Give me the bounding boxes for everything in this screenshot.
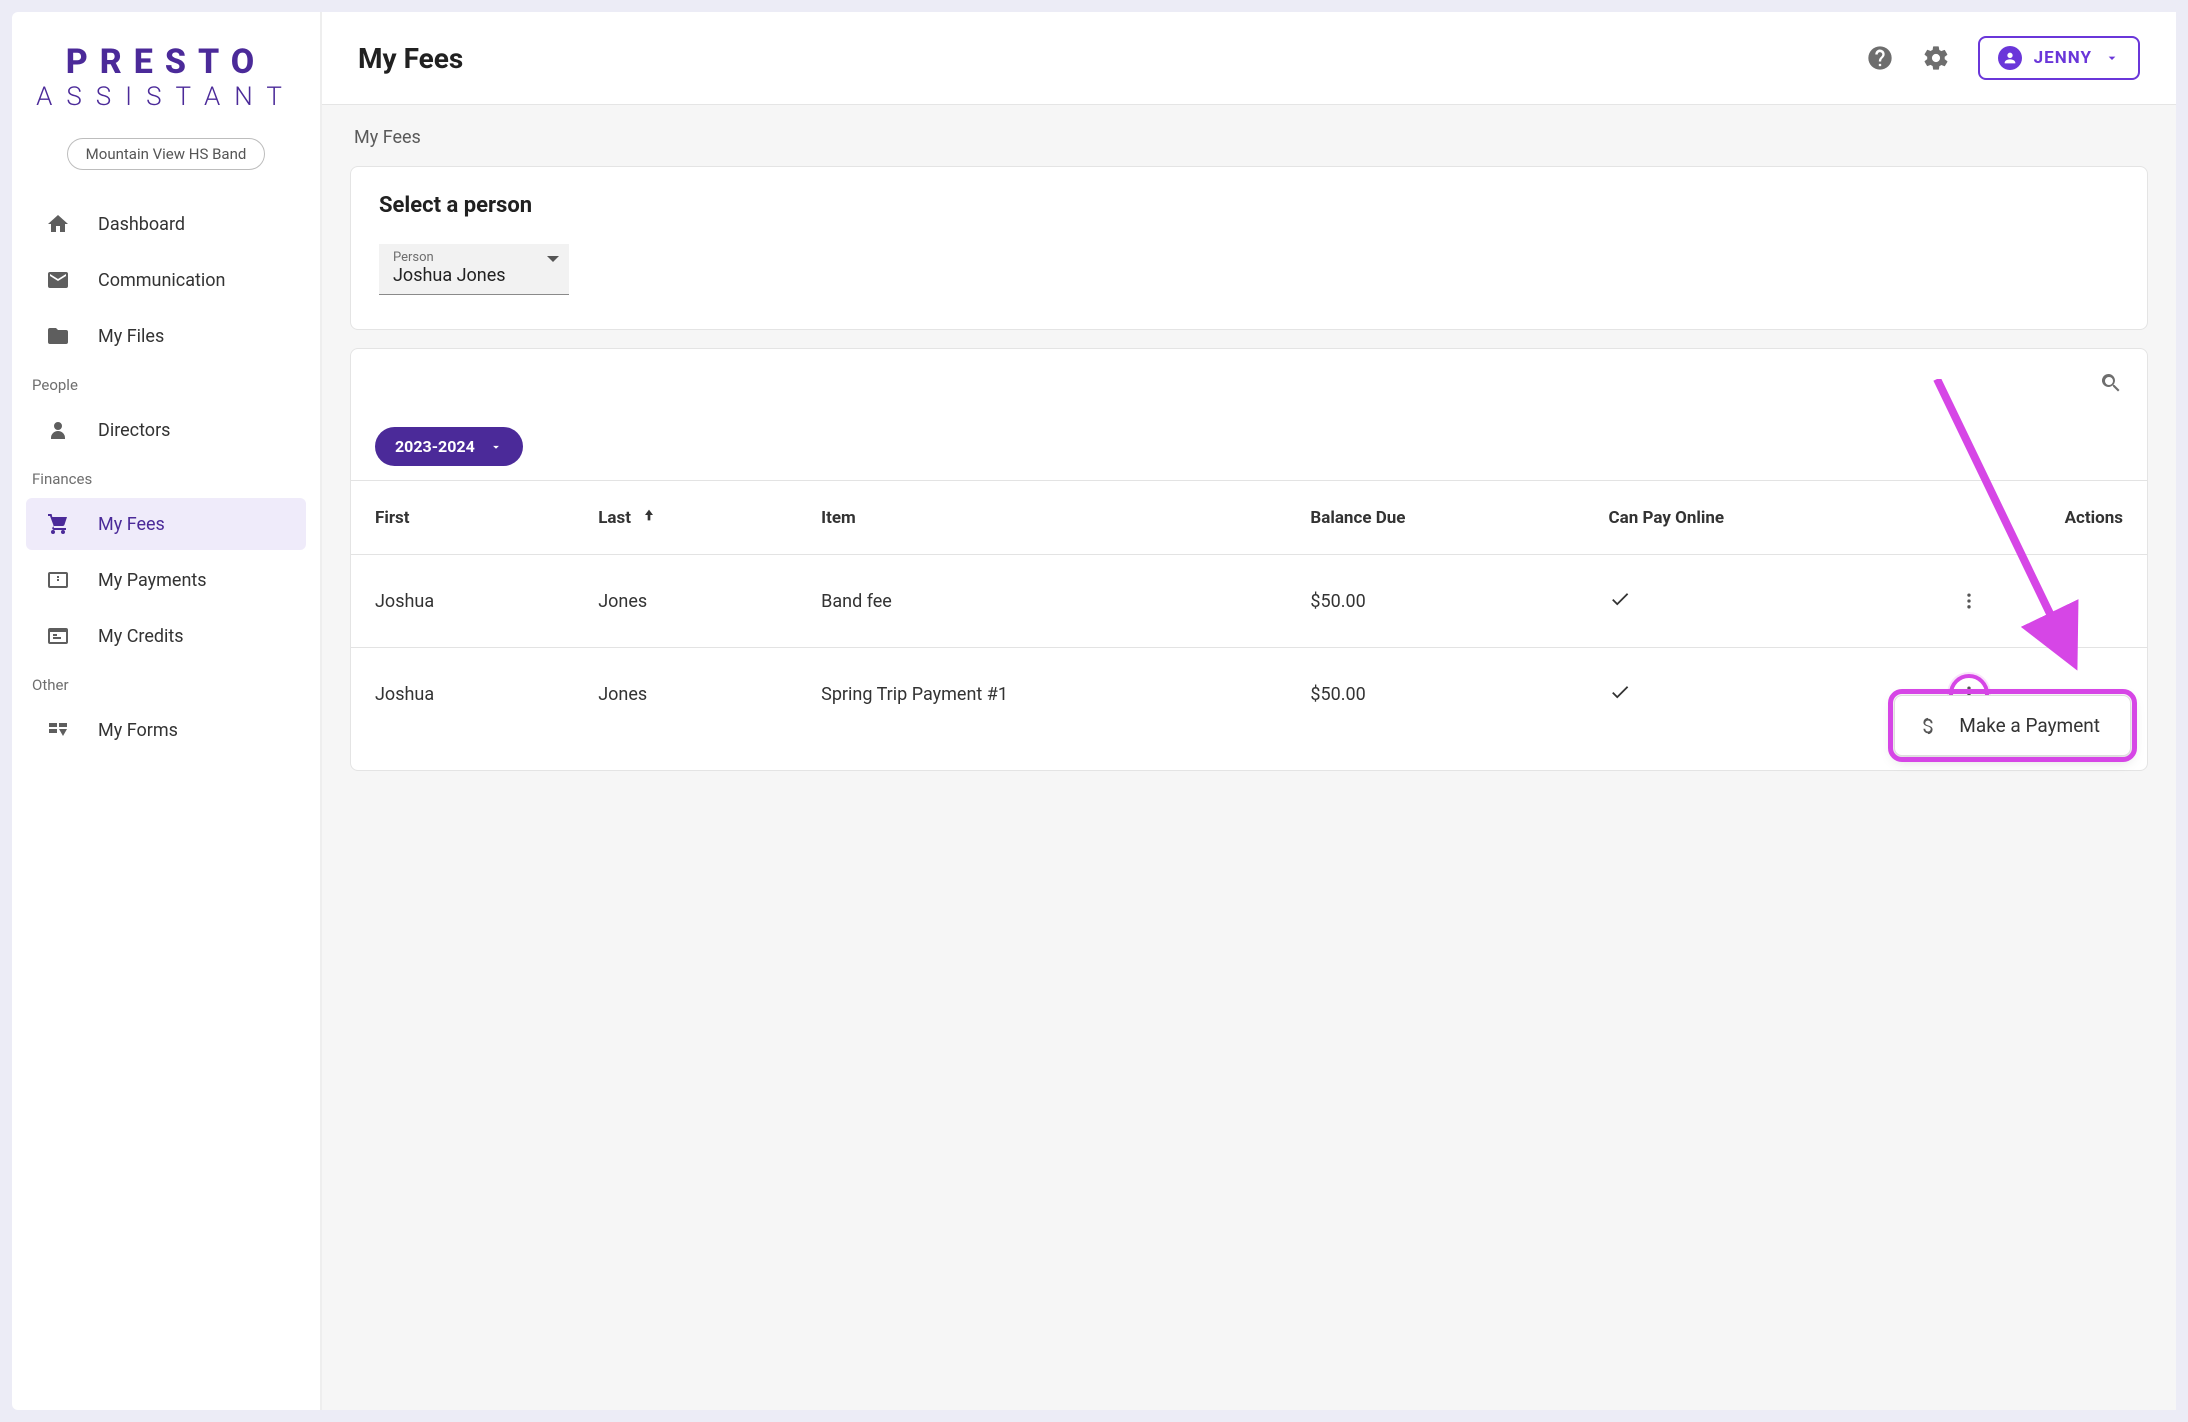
year-label: 2023-2024 — [395, 437, 475, 456]
col-last-label: Last — [598, 508, 631, 528]
check-icon — [1609, 681, 1631, 703]
sort-asc-icon — [641, 508, 657, 528]
select-person-card: Select a person Person Joshua Jones — [350, 166, 2148, 330]
person-select-value: Joshua Jones — [393, 265, 555, 286]
page-title: My Fees — [358, 42, 463, 75]
sidebar-item-my-forms[interactable]: My Forms — [26, 704, 306, 756]
person-select-label: Person — [393, 250, 555, 265]
cell-balance: $50.00 — [1286, 648, 1584, 741]
more-vert-icon — [1959, 591, 1979, 611]
sidebar-item-label: My Files — [98, 326, 164, 347]
app-logo: PRESTO ASSISTANT — [26, 42, 306, 112]
user-name: JENNY — [2034, 48, 2092, 68]
fees-table: First Last Item Balance Due Can Pay Onli… — [351, 480, 2147, 740]
col-item[interactable]: Item — [797, 481, 1286, 555]
logo-line-2: ASSISTANT — [26, 82, 306, 112]
person-icon — [44, 418, 72, 442]
cell-first: Joshua — [351, 555, 574, 648]
sidebar-item-label: My Forms — [98, 720, 178, 741]
cell-last: Jones — [574, 555, 797, 648]
cart-icon — [44, 512, 72, 536]
org-selector[interactable]: Mountain View HS Band — [67, 138, 266, 170]
sidebar-item-label: Directors — [98, 420, 170, 441]
dollar-icon — [1917, 715, 1939, 737]
cell-online — [1585, 648, 1926, 741]
home-icon — [44, 212, 72, 236]
sidebar-item-label: My Credits — [98, 626, 184, 647]
sidebar-item-label: My Payments — [98, 570, 207, 591]
col-first[interactable]: First — [351, 481, 574, 555]
form-icon — [44, 718, 72, 742]
help-button[interactable] — [1866, 44, 1894, 72]
check-icon — [1609, 588, 1631, 610]
sidebar: PRESTO ASSISTANT Mountain View HS Band D… — [12, 12, 322, 1410]
dropdown-icon — [547, 256, 559, 262]
help-icon — [1866, 44, 1894, 72]
make-payment-label: Make a Payment — [1959, 714, 2100, 737]
sidebar-item-label: Communication — [98, 270, 225, 291]
top-bar: My Fees JENNY — [322, 12, 2176, 105]
year-selector[interactable]: 2023-2024 — [375, 427, 523, 466]
sidebar-item-dashboard[interactable]: Dashboard — [26, 198, 306, 250]
make-payment-menu-item[interactable]: Make a Payment — [1903, 704, 2122, 747]
table-row: Joshua Jones Spring Trip Payment #1 $50.… — [351, 648, 2147, 741]
col-online[interactable]: Can Pay Online — [1585, 481, 1926, 555]
settings-button[interactable] — [1922, 44, 1950, 72]
select-person-title: Select a person — [379, 193, 2119, 218]
cell-balance: $50.00 — [1286, 555, 1584, 648]
cell-item: Band fee — [797, 555, 1286, 648]
person-select[interactable]: Person Joshua Jones — [379, 244, 569, 295]
mail-icon — [44, 268, 72, 292]
user-menu[interactable]: JENNY — [1978, 36, 2140, 80]
sidebar-item-my-fees[interactable]: My Fees — [26, 498, 306, 550]
table-search-button[interactable] — [2099, 371, 2123, 395]
sidebar-section-finances: Finances — [26, 460, 306, 494]
fees-card: 2023-2024 First Last — [350, 348, 2148, 771]
breadcrumb: My Fees — [350, 123, 2148, 148]
sidebar-section-other: Other — [26, 666, 306, 700]
col-last[interactable]: Last — [574, 481, 797, 555]
chevron-down-icon — [489, 440, 503, 454]
sidebar-item-directors[interactable]: Directors — [26, 404, 306, 456]
logo-line-1: PRESTO — [26, 42, 306, 82]
cell-last: Jones — [574, 648, 797, 741]
chevron-down-icon — [2104, 50, 2120, 66]
col-balance[interactable]: Balance Due — [1286, 481, 1584, 555]
search-icon — [2099, 371, 2123, 395]
sidebar-section-people: People — [26, 366, 306, 400]
col-actions: Actions — [1925, 481, 2147, 555]
row-actions-menu: Make a Payment — [1894, 695, 2131, 756]
sidebar-item-communication[interactable]: Communication — [26, 254, 306, 306]
row-actions-button[interactable] — [1949, 581, 1989, 621]
cell-online — [1585, 555, 1926, 648]
payment-icon — [44, 568, 72, 592]
sidebar-item-my-payments[interactable]: My Payments — [26, 554, 306, 606]
sidebar-item-label: Dashboard — [98, 214, 185, 235]
sidebar-item-label: My Fees — [98, 514, 165, 535]
folder-icon — [44, 324, 72, 348]
credit-icon — [44, 624, 72, 648]
cell-item: Spring Trip Payment #1 — [797, 648, 1286, 741]
avatar-icon — [1998, 46, 2022, 70]
sidebar-item-my-credits[interactable]: My Credits — [26, 610, 306, 662]
sidebar-item-my-files[interactable]: My Files — [26, 310, 306, 362]
gear-icon — [1922, 44, 1950, 72]
table-row: Joshua Jones Band fee $50.00 — [351, 555, 2147, 648]
cell-first: Joshua — [351, 648, 574, 741]
